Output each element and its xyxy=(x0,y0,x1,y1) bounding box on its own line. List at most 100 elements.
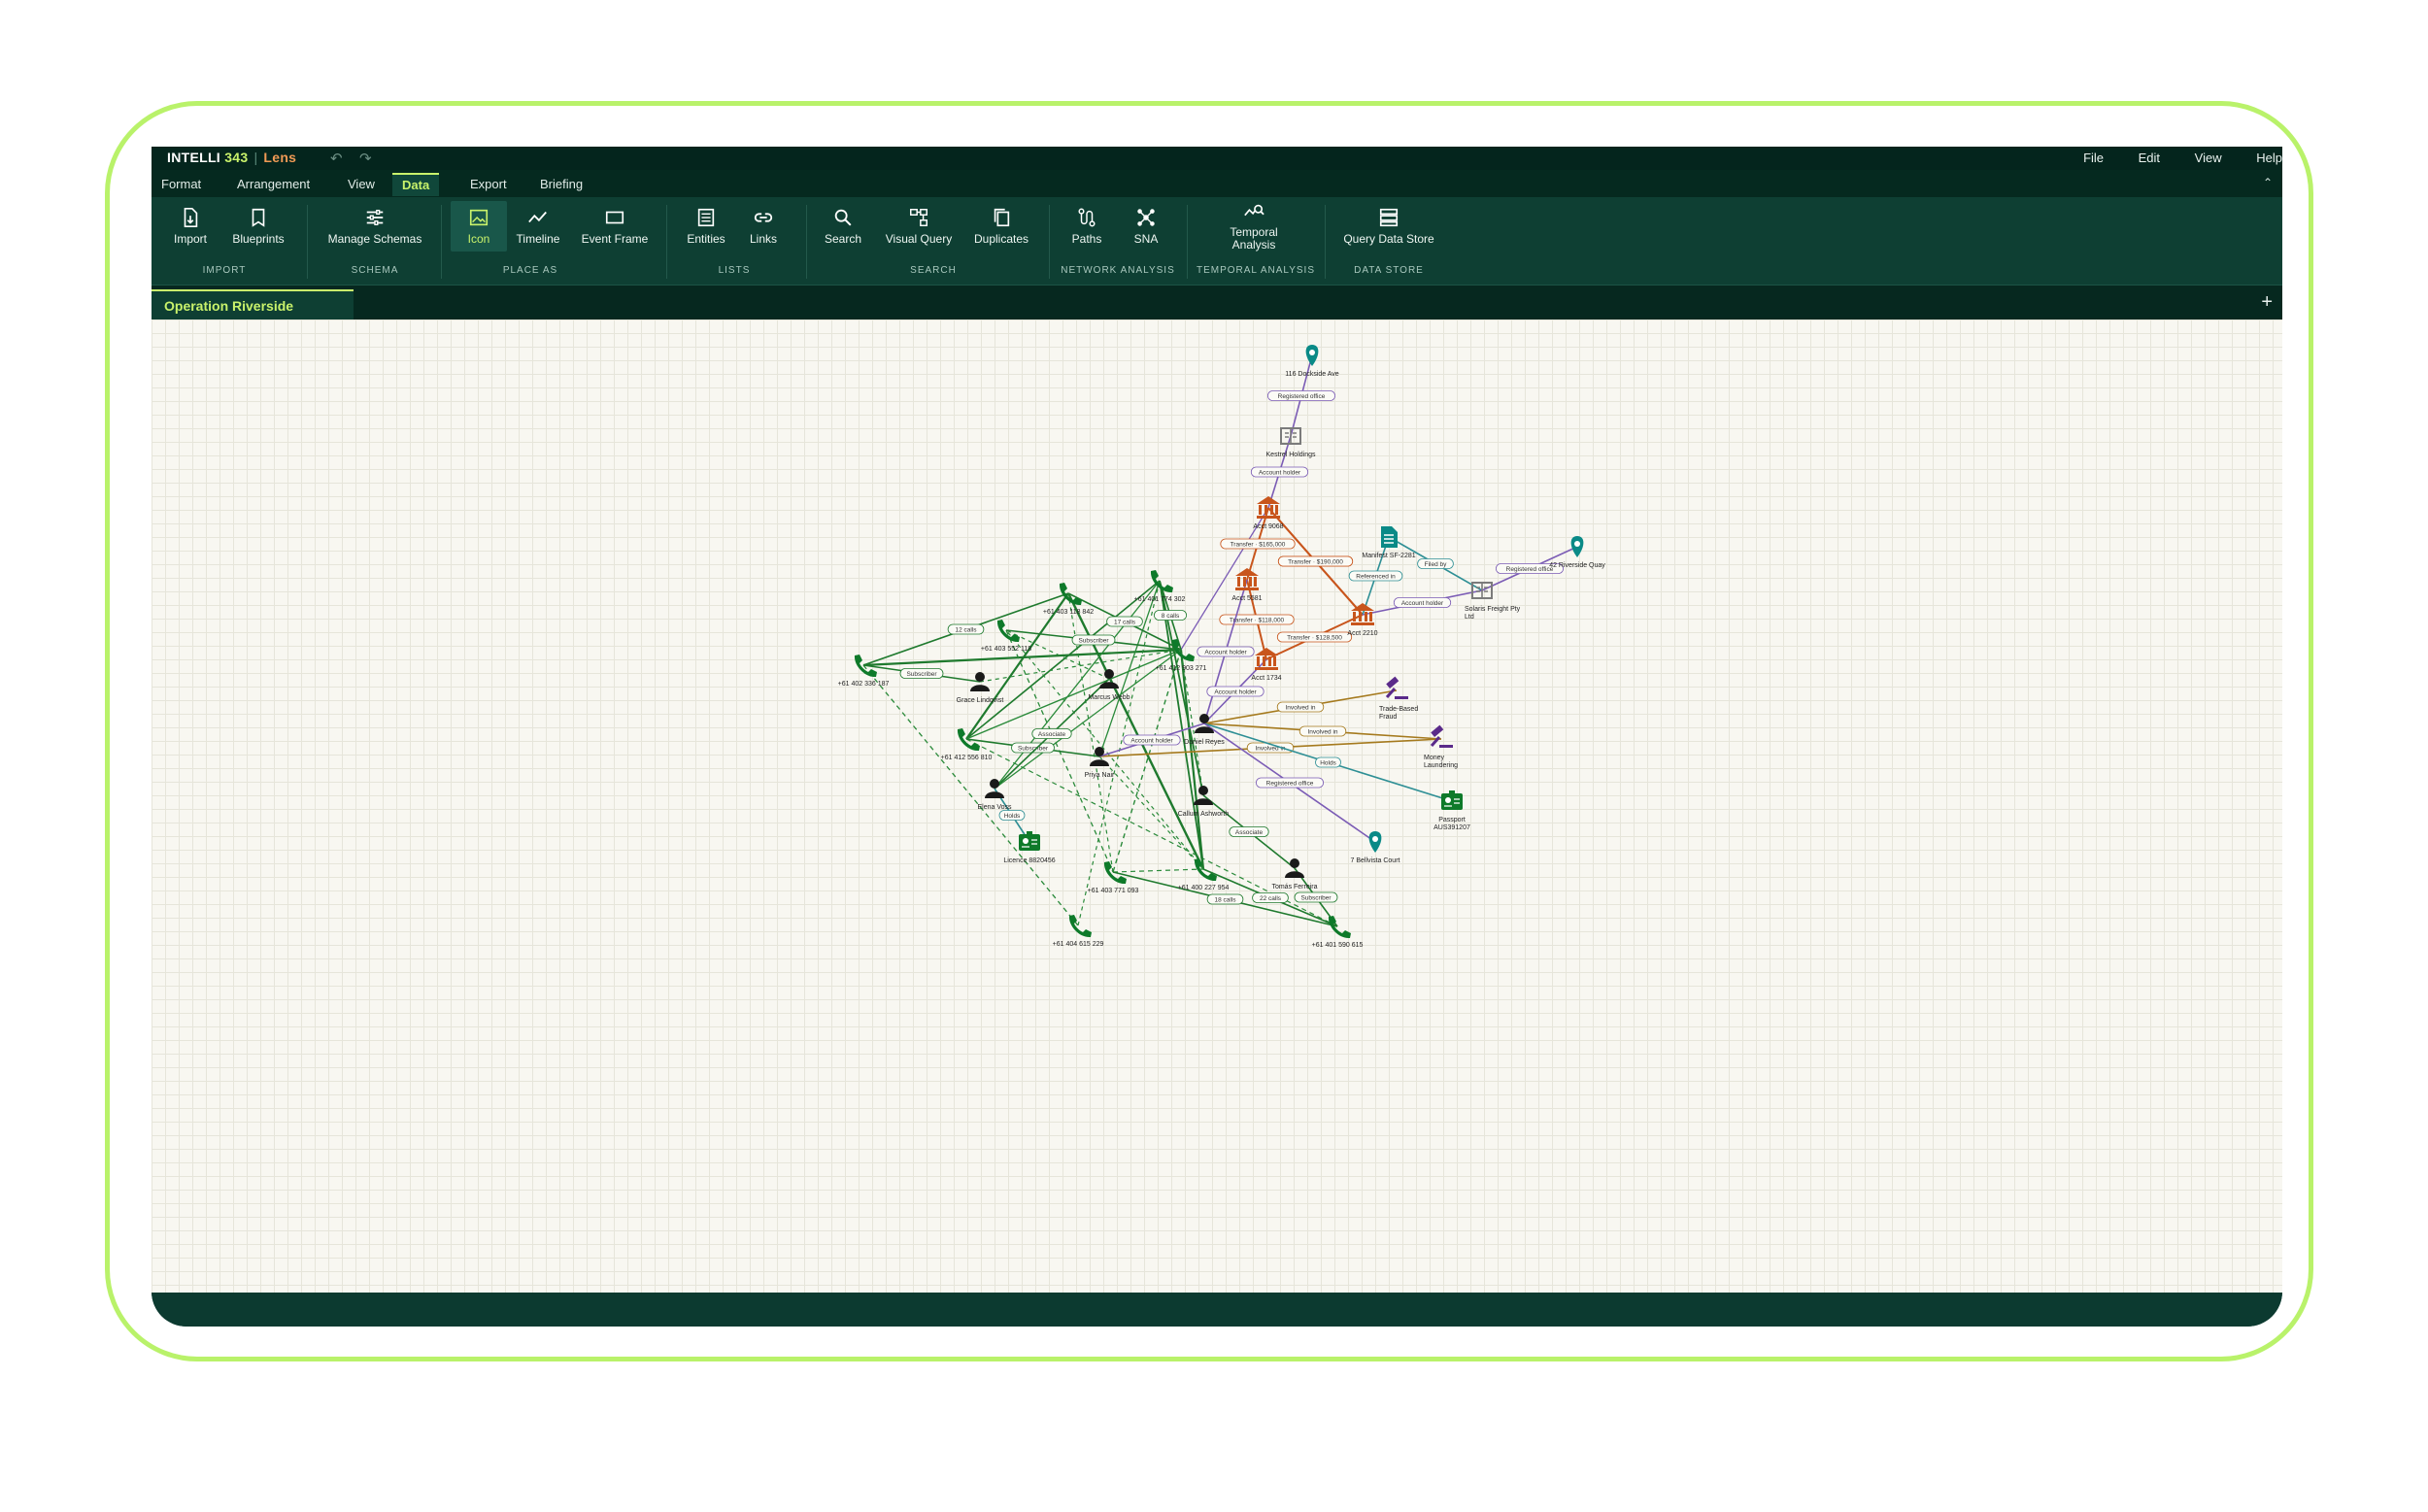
blueprints-button[interactable]: Blueprints xyxy=(227,207,289,246)
link-label[interactable]: Subscriber xyxy=(1294,891,1338,903)
entities-button[interactable]: Entities xyxy=(681,207,731,246)
icon-placement-button[interactable]: Icon xyxy=(451,201,507,252)
redo-icon[interactable]: ↷ xyxy=(359,150,372,167)
visual-query-label: Visual Query xyxy=(885,232,953,246)
link-label[interactable]: Transfer · $118,000 xyxy=(1219,614,1295,625)
duplicates-button[interactable]: Duplicates xyxy=(969,207,1033,246)
tab-format[interactable]: Format xyxy=(152,173,211,196)
menu-help[interactable]: Help xyxy=(2256,151,2282,165)
company-node[interactable]: Kestrel Holdings xyxy=(1266,427,1316,458)
node-label: Passport AUS391207 xyxy=(1433,817,1470,831)
paths-button[interactable]: Paths xyxy=(1064,207,1109,246)
timeline-button[interactable]: Timeline xyxy=(511,207,565,246)
tab-view[interactable]: View xyxy=(338,173,385,196)
phone-node[interactable]: +61 412 556 810 xyxy=(941,728,993,761)
add-tab-icon[interactable]: + xyxy=(2261,291,2273,314)
link-label[interactable]: Associate xyxy=(1229,826,1269,837)
module-name: Lens xyxy=(263,150,297,165)
link-label[interactable]: Involved in xyxy=(1276,701,1325,713)
link-label-text: Involved in xyxy=(1307,729,1337,736)
account-node[interactable]: Acct 9068 xyxy=(1253,496,1284,530)
search-button[interactable]: Search xyxy=(820,207,866,246)
node-label: 7 Bellvista Court xyxy=(1351,857,1400,864)
link-label[interactable]: Filed by xyxy=(1417,558,1454,569)
document-node[interactable]: Manifest SF-2281 xyxy=(1362,526,1416,559)
tab-export[interactable]: Export xyxy=(460,173,517,196)
link-line[interactable] xyxy=(1098,580,1161,757)
tab-arrangement[interactable]: Arrangement xyxy=(227,173,320,196)
link-label[interactable]: Holds xyxy=(1315,756,1341,768)
link-line[interactable] xyxy=(1112,868,1204,873)
link-label[interactable]: 22 calls xyxy=(1252,892,1289,903)
chart-canvas[interactable]: Registered office Account holder Transfer … xyxy=(152,319,2282,1293)
link-label[interactable]: 12 calls xyxy=(947,623,985,635)
link-label[interactable]: Account holder xyxy=(1250,466,1309,478)
person-node[interactable]: Grace Lindqvist xyxy=(957,672,1004,704)
phone-node[interactable]: +61 401 590 615 xyxy=(1312,916,1364,949)
link-label[interactable]: Transfer · $165,000 xyxy=(1220,538,1296,550)
import-label: Import xyxy=(173,232,207,246)
link-line[interactable] xyxy=(1112,649,1182,873)
link-label[interactable]: Referenced in xyxy=(1348,570,1403,582)
undo-icon[interactable]: ↶ xyxy=(330,150,343,167)
link-label[interactable]: Account holder xyxy=(1197,646,1255,657)
link-label[interactable]: 8 calls xyxy=(1154,610,1188,621)
link-label[interactable]: Account holder xyxy=(1206,686,1265,697)
import-button[interactable]: Import xyxy=(165,207,216,246)
account-node[interactable]: Acct 5581 xyxy=(1231,568,1263,602)
visual-query-button[interactable]: Visual Query xyxy=(882,207,956,246)
manage-schemas-button[interactable]: Manage Schemas xyxy=(321,207,428,246)
crime-node[interactable]: Trade-Based Fraud xyxy=(1379,676,1418,721)
crime-node[interactable]: Money Laundering xyxy=(1424,724,1458,769)
person-node[interactable]: Priya Nair xyxy=(1085,747,1115,779)
menu-bar: File Edit View Help xyxy=(2052,151,2282,165)
link-label-text: Registered office xyxy=(1506,566,1554,573)
event-frame-button[interactable]: Event Frame xyxy=(577,207,653,246)
link-label[interactable]: 18 calls xyxy=(1206,893,1244,905)
node-label: Callum Ashworth xyxy=(1178,811,1230,818)
phone-node[interactable]: +61 403 771 093 xyxy=(1088,861,1139,894)
link-label[interactable]: Account holder xyxy=(1123,734,1181,746)
person-node[interactable]: Tomás Ferreira xyxy=(1271,858,1318,890)
link-label[interactable]: Transfer · $128,500 xyxy=(1276,631,1353,643)
link-label[interactable]: Registered office xyxy=(1256,777,1325,789)
link-label[interactable]: Transfer · $190,000 xyxy=(1277,555,1354,567)
link-label[interactable]: Subscriber xyxy=(1071,634,1116,646)
link-label[interactable]: Registered office xyxy=(1267,390,1336,401)
tab-briefing[interactable]: Briefing xyxy=(530,173,592,196)
menu-edit[interactable]: Edit xyxy=(2139,151,2160,165)
link-label[interactable]: Holds xyxy=(998,810,1026,821)
link-label[interactable]: Account holder xyxy=(1393,597,1452,608)
temporal-analysis-button[interactable]: Temporal Analysis xyxy=(1220,201,1288,252)
query-data-store-button[interactable]: Query Data Store xyxy=(1338,207,1439,246)
link-line[interactable] xyxy=(862,664,1079,926)
tab-data[interactable]: Data xyxy=(392,173,440,196)
phone-node[interactable]: +61 401 774 302 xyxy=(1134,570,1186,603)
node-label: Kestrel Holdings xyxy=(1266,452,1316,458)
location-node[interactable]: 116 Dockside Ave xyxy=(1285,345,1339,378)
sna-button[interactable]: SNA xyxy=(1127,207,1165,246)
id-card-node[interactable]: Licence 8820456 xyxy=(1003,831,1056,864)
location-node[interactable]: 7 Bellvista Court xyxy=(1351,831,1400,864)
account-node[interactable]: Acct 1734 xyxy=(1251,648,1282,682)
company-node[interactable]: Solaris Freight Pty Ltd xyxy=(1465,582,1521,621)
phone-node[interactable]: +61 404 615 229 xyxy=(1053,915,1104,948)
link-line[interactable] xyxy=(1179,649,1205,870)
location-node[interactable]: 42 Riverside Quay xyxy=(1549,536,1605,569)
group-import-label: IMPORT xyxy=(202,265,247,276)
link-line[interactable] xyxy=(965,580,1161,740)
person-node[interactable]: Callum Ashworth xyxy=(1178,786,1230,818)
person-node[interactable]: Elena Voss xyxy=(977,779,1012,811)
links-button[interactable]: Links xyxy=(742,207,785,246)
link-label[interactable]: Associate xyxy=(1031,728,1072,739)
phone-node[interactable]: +61 403 552 118 xyxy=(981,620,1031,653)
document-tab-operation-riverside[interactable]: Operation Riverside xyxy=(152,289,354,320)
link-label[interactable]: 17 calls xyxy=(1106,616,1143,627)
collapse-ribbon-icon[interactable]: ⌃ xyxy=(2263,176,2273,189)
menu-view[interactable]: View xyxy=(2195,151,2222,165)
menu-file[interactable]: File xyxy=(2083,151,2104,165)
link-label[interactable]: Subscriber xyxy=(899,668,944,679)
node-label: Acct 5581 xyxy=(1231,595,1262,602)
link-label[interactable]: Involved in xyxy=(1298,725,1347,737)
link-label-text: Subscriber xyxy=(1300,895,1332,902)
